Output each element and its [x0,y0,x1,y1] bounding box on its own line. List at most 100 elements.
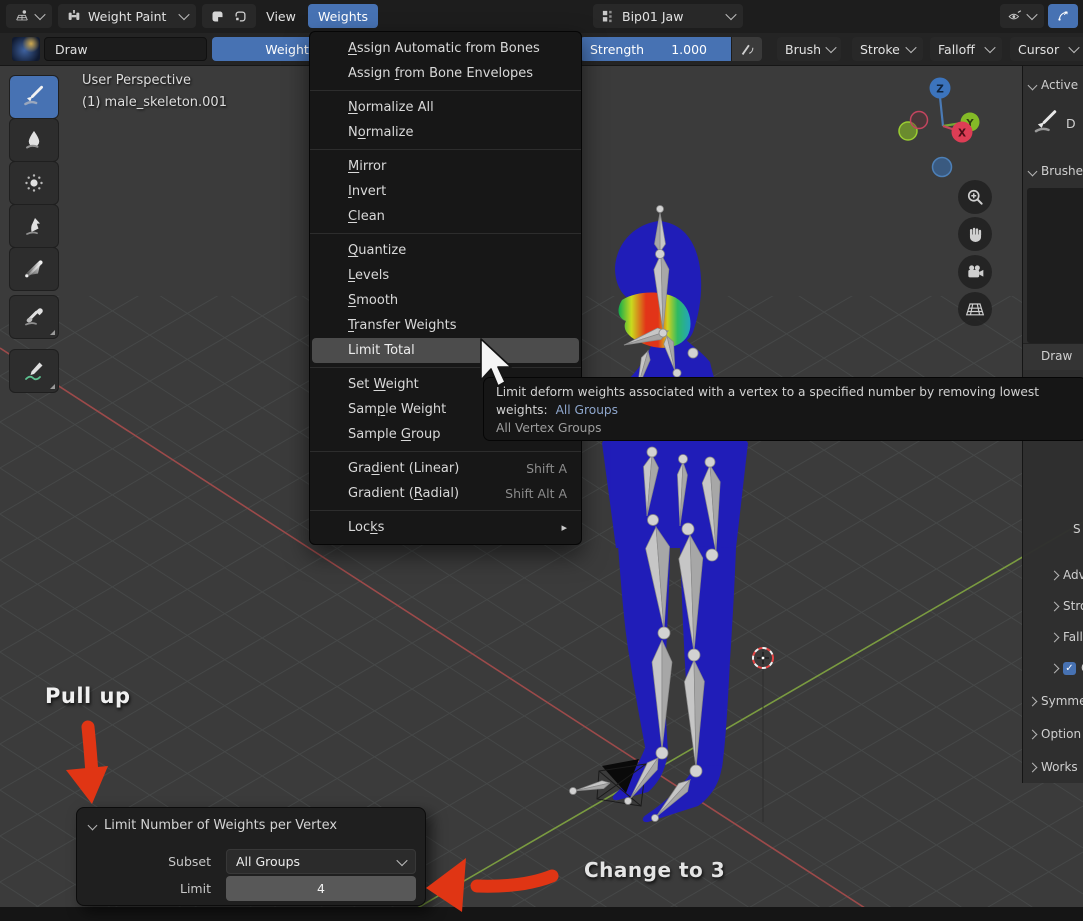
ortho-grid-button[interactable] [958,292,992,326]
camera-view-button[interactable] [958,255,992,289]
tool-draw-brush[interactable] [10,76,58,118]
active-brush-icon [1034,110,1057,133]
editor-type-button[interactable] [6,4,52,28]
tool-smear[interactable] [10,205,58,247]
panel-caret-icon [1027,80,1038,90]
brush-name-value: Draw [55,41,88,57]
menu-item-normalize[interactable]: Normalize [310,120,581,145]
panel-row-options[interactable]: Option [1027,725,1083,743]
average-dots-icon [25,174,43,192]
active-brush-row[interactable]: D [1031,103,1083,143]
view-menu-label: View [266,8,296,24]
panel-row-truncated[interactable]: S [1073,520,1083,538]
menu-item-label: Limit Total [348,343,415,358]
navigation-axis-gizmo[interactable]: Z Y X [890,70,1000,185]
menu-item-assign-from-bone-envelopes[interactable]: Assign from Bone Envelopes [310,61,581,86]
brush-popover-label: Brush [785,41,822,57]
tool-gradient[interactable] [10,248,58,290]
brush-preview-thumbnail[interactable] [12,37,40,61]
limit-value: 4 [317,881,325,896]
subset-select[interactable]: All Groups [226,849,416,874]
stroke-popover-label: Stroke [860,41,900,57]
menu-item-locks[interactable]: Locks ▸ [310,515,581,540]
tool-average[interactable] [10,162,58,204]
menu-item-clean[interactable]: Clean [310,204,581,229]
menu-separator [310,90,581,91]
axis-ball-neg-z[interactable] [931,156,953,178]
menu-separator [310,149,581,150]
menu-item-quantize[interactable]: Quantize [310,238,581,263]
panel-caret-icon [1049,601,1060,611]
brush-shelf-label: Draw [1041,349,1073,363]
axis-ball-x[interactable]: X [951,121,973,143]
menu-item-mirror[interactable]: Mirror [310,154,581,179]
vertex-group-selector[interactable]: Bip01 Jaw [593,4,743,28]
dropdown-caret-icon [34,8,46,21]
tool-annotate[interactable] [10,350,58,392]
overlays-popover[interactable] [1000,4,1044,28]
menu-separator [310,233,581,234]
menu-item-smooth[interactable]: Smooth [310,288,581,313]
menu-item-invert[interactable]: Invert [310,179,581,204]
limit-label: Limit [180,881,211,896]
brush-name-field[interactable]: Draw [44,37,207,61]
panel-row-symmetry[interactable]: Symme [1027,692,1083,710]
view-menu[interactable]: View [260,4,302,28]
tool-sample-weight[interactable] [10,296,58,338]
menu-item-limit-total[interactable]: Limit Total [312,338,579,363]
panel-falloff-label: Fall [1063,630,1083,644]
brush-asset-preview[interactable] [1027,188,1083,343]
gradient-tool-icon [25,260,43,278]
panel-advanced-label: Adv [1063,568,1083,582]
panel-row-advanced[interactable]: Adv [1049,566,1083,584]
annotate-pen-icon [25,362,43,381]
menu-item-assign-automatic-from-bones[interactable]: Assign Automatic from Bones [310,36,581,61]
weights-menu-button[interactable]: Weights [308,4,378,28]
strength-slider[interactable]: Strength 1.000 [580,37,731,61]
menu-item-label: Normalize [348,125,414,140]
panel-row-cursor[interactable]: ✓ C [1049,659,1083,677]
proportional-falloff-button[interactable] [1048,4,1078,28]
panel-row-falloff[interactable]: Fall [1049,628,1083,646]
zoom-view-button[interactable] [958,180,992,214]
limit-number-field[interactable]: 4 [226,876,416,901]
mode-selector[interactable]: Weight Paint [58,4,196,28]
cursor-checkbox[interactable]: ✓ [1063,661,1076,675]
menu-item-label: Smooth [348,293,399,308]
falloff-popover[interactable]: Falloff [930,37,1002,61]
weight-paint-mode-icon [68,10,80,20]
panel-header-active[interactable]: Active [1027,76,1083,94]
tooltip-weights-label: weights: [496,403,548,417]
popup-header[interactable]: Limit Number of Weights per Vertex [87,818,337,833]
falloff-curve-icon [1058,11,1068,21]
submenu-arrow-icon: ▸ [561,521,567,534]
panel-header-brushes[interactable]: Brushe [1027,162,1083,180]
strength-pressure-button[interactable] [731,37,762,61]
vertex-mask-toggle-icon[interactable] [233,8,248,25]
axis-ball-neg-x[interactable] [909,110,929,130]
panel-caret-icon [1027,166,1038,176]
panel-stroke-label: Stro [1063,599,1083,613]
brush-shelf-row[interactable]: Draw [1023,343,1083,370]
tool-blur[interactable] [10,119,58,161]
active-object-label: (1) male_skeleton.001 [82,95,227,110]
brush-popover[interactable]: Brush [777,37,841,61]
menu-item-transfer-weights[interactable]: Transfer Weights [310,313,581,338]
face-mask-toggle-icon[interactable] [210,8,225,25]
tooltip-line1: Limit deform weights associated with a v… [496,385,1040,399]
character-mesh[interactable] [602,221,748,823]
change-to-3-annotation: Change to 3 [584,858,726,882]
menu-item-gradient-linear[interactable]: Gradient (Linear) Shift A [310,456,581,481]
menu-item-gradient-radial[interactable]: Gradient (Radial) Shift Alt A [310,481,581,506]
menu-item-label: Gradient (Linear) [348,461,460,476]
axis-ball-z[interactable]: Z [929,77,951,99]
pan-view-button[interactable] [958,217,992,251]
panel-row-workspace[interactable]: Works [1027,758,1083,776]
stroke-popover[interactable]: Stroke [852,37,923,61]
panel-row-stroke[interactable]: Stro [1049,597,1083,615]
panel-caret-icon [1049,663,1060,673]
menu-item-normalize-all[interactable]: Normalize All [310,95,581,120]
cursor-popover[interactable]: Cursor [1010,37,1083,61]
menu-item-levels[interactable]: Levels [310,263,581,288]
panel-caret-icon [1027,762,1038,772]
